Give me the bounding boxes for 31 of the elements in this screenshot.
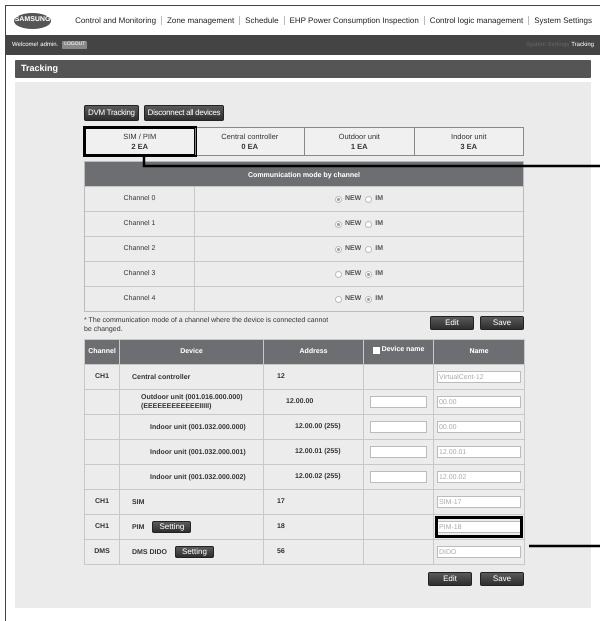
setting-button[interactable]: Setting <box>175 546 214 558</box>
radio-button[interactable] <box>334 196 342 202</box>
action-button[interactable]: DVM Tracking <box>84 105 139 121</box>
radio-button[interactable] <box>365 220 372 228</box>
radio-button[interactable] <box>365 296 372 302</box>
radio-button[interactable] <box>334 246 342 252</box>
radio-button[interactable] <box>365 196 372 202</box>
action-button[interactable]: Edit <box>428 572 472 586</box>
checkbox[interactable] <box>372 347 380 354</box>
radio-button[interactable] <box>334 296 342 302</box>
radio-button[interactable] <box>365 270 372 278</box>
action-button[interactable]: Edit <box>430 316 474 330</box>
input-field[interactable] <box>370 471 427 483</box>
input-field[interactable] <box>370 446 427 458</box>
nav-link[interactable]: Control and Monitoring <box>75 14 156 26</box>
input-field[interactable] <box>370 421 427 433</box>
setting-button[interactable]: Setting <box>152 521 192 533</box>
nav-link[interactable]: Control logic management <box>430 14 524 26</box>
action-button[interactable]: Save <box>480 316 524 330</box>
radio-button[interactable] <box>365 246 372 252</box>
nav-link[interactable]: System Settings <box>534 14 592 26</box>
action-button[interactable]: Save <box>480 572 524 586</box>
radio-button[interactable] <box>334 220 342 228</box>
leader-line <box>529 544 600 548</box>
action-button[interactable]: Disconnect all devices <box>144 105 224 121</box>
radio-button[interactable] <box>334 270 342 278</box>
input-field[interactable] <box>370 396 427 408</box>
nav-link[interactable]: EHP Power Consumption Inspection <box>290 14 419 26</box>
nav-link[interactable]: Schedule <box>245 14 279 26</box>
nav-link[interactable]: Zone management <box>167 14 234 26</box>
page-title: Tracking <box>21 62 58 76</box>
